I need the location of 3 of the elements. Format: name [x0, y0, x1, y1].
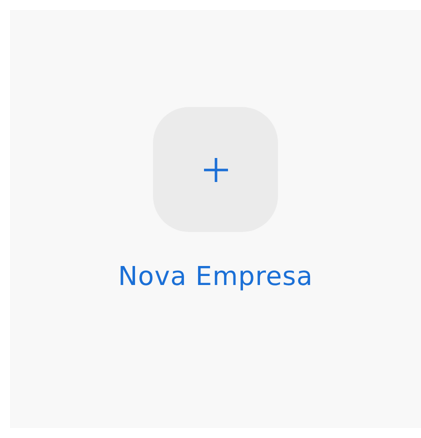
new-company-label[interactable]: Nova Empresa — [118, 262, 313, 292]
plus-icon — [202, 156, 228, 182]
add-button[interactable] — [153, 107, 278, 232]
